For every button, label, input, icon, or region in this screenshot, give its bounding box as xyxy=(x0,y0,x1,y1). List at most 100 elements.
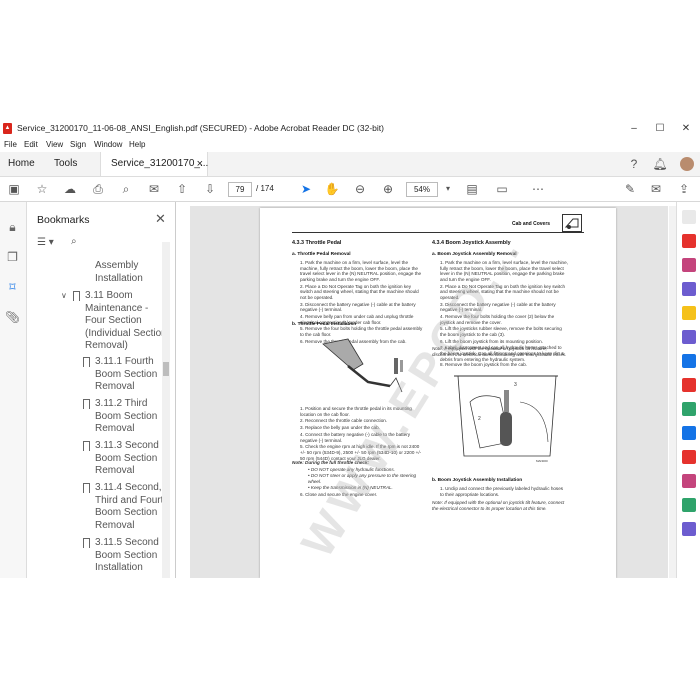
hand-tool-icon[interactable]: ✋ xyxy=(324,181,340,197)
export-pdf-icon[interactable] xyxy=(682,234,696,248)
edit-pdf-icon[interactable] xyxy=(682,282,696,296)
acrobat-window: ▲ Service_31200170_11-06-08_ANSI_English… xyxy=(0,120,700,578)
comment-icon[interactable]: ▭ xyxy=(494,181,510,197)
bookmark-label: 3.11.2 Third xyxy=(95,398,148,409)
menu-sign[interactable]: Sign xyxy=(70,140,86,149)
protect-icon[interactable] xyxy=(682,402,696,416)
share-email-icon[interactable]: ✉ xyxy=(648,181,664,197)
minimize-button[interactable]: – xyxy=(626,122,642,135)
bookmark-flag-icon xyxy=(83,483,90,496)
fill-sign-icon[interactable] xyxy=(682,474,696,488)
tab-document[interactable]: Service_31200170_... × xyxy=(100,152,208,176)
previous-page-icon[interactable]: ⇧ xyxy=(174,181,190,197)
bookmark-label: 3.11 Boom xyxy=(85,290,133,301)
compress-pdf-icon[interactable] xyxy=(682,450,696,464)
document-scrollbar[interactable] xyxy=(669,206,676,578)
zoom-in-icon[interactable]: ⊕ xyxy=(380,181,396,197)
help-icon[interactable]: ? xyxy=(626,156,642,172)
bookmarks-icon[interactable]: ⌑ xyxy=(5,280,20,295)
svg-text:3: 3 xyxy=(514,382,517,388)
zoom-dropdown-chevron-down-icon[interactable]: ▾ xyxy=(440,181,456,197)
upload-cloud-icon[interactable]: ☁ xyxy=(62,181,78,197)
more-tools-icon[interactable] xyxy=(682,522,696,536)
select-cursor-icon[interactable]: ➤ xyxy=(298,181,314,197)
tab-home[interactable]: Home xyxy=(8,152,35,176)
bookmark-label: Removal xyxy=(95,381,135,392)
more-tools-icon[interactable]: ⋯ xyxy=(530,181,546,197)
scan-ocr-icon[interactable] xyxy=(682,426,696,440)
save-icon[interactable]: ▣ xyxy=(6,181,22,197)
svg-text:2: 2 xyxy=(478,416,481,422)
close-window-button[interactable]: ✕ xyxy=(678,122,694,135)
navigation-rail: 🔒︎ ❐ ⌑ 📎︎ xyxy=(0,202,27,578)
bookmark-flag-icon xyxy=(73,291,80,304)
sub-throttle-removal: a. Throttle Pedal Removal xyxy=(292,252,351,257)
throttle-removal-steps: 1. Park the machine on a firm, level sur… xyxy=(300,260,424,345)
bookmark-label: Boom Section xyxy=(95,507,158,518)
create-pdf-icon[interactable] xyxy=(682,258,696,272)
zoom-level-input[interactable]: 54% xyxy=(406,182,438,197)
bookmark-flag-icon xyxy=(83,357,90,370)
tab-close-icon[interactable]: × xyxy=(197,152,203,176)
find-bookmark-icon[interactable]: ⌕ xyxy=(71,236,77,247)
bookmarks-panel-title: Bookmarks xyxy=(37,214,90,226)
bookmark-label: Boom Section xyxy=(95,549,158,561)
organize-pages-icon[interactable] xyxy=(682,354,696,368)
avatar[interactable] xyxy=(680,157,694,171)
procedure-step: 1. Park the machine on a firm, level sur… xyxy=(300,260,422,282)
joystick-tilt-install-note: Note: If equipped with the optional on j… xyxy=(432,500,565,511)
menu-help[interactable]: Help xyxy=(129,140,145,149)
fit-page-icon[interactable]: ▤ xyxy=(464,181,480,197)
menu-file[interactable]: File xyxy=(4,140,17,149)
bookmark-star-icon[interactable]: ☆ xyxy=(34,181,50,197)
next-page-icon[interactable]: ⇩ xyxy=(202,181,218,197)
tab-tools[interactable]: Tools xyxy=(54,152,77,176)
zoom-out-icon[interactable]: ⊖ xyxy=(352,181,368,197)
search-tools-icon[interactable] xyxy=(682,210,696,224)
bookmark-label: Removal) xyxy=(85,340,128,351)
search-icon[interactable]: ⌕ xyxy=(118,181,134,197)
bookmark-label: Boom Section xyxy=(95,410,158,422)
bookmark-flag-icon xyxy=(83,538,90,551)
cab-cover-section-icon xyxy=(562,214,582,232)
print-icon[interactable]: ⎙ xyxy=(90,181,106,197)
joystick-cab-illustration: 3 2 MAN000 xyxy=(450,372,562,468)
tools-rail xyxy=(676,202,700,578)
collapse-chevron-icon[interactable]: ∨ xyxy=(61,290,67,303)
bookmark-label: Assembly xyxy=(95,260,139,271)
sign-pen-icon[interactable]: ✎ xyxy=(622,181,638,197)
document-viewport[interactable]: Cab and Covers 4.3.3 Throttle Pedal a. T… xyxy=(190,206,668,578)
menu-edit[interactable]: Edit xyxy=(24,140,38,149)
scrollbar-thumb[interactable] xyxy=(163,362,169,376)
page-number-input[interactable]: 79 xyxy=(228,182,252,197)
close-icon[interactable]: ✕ xyxy=(155,211,166,227)
bookmark-label: Boom Section xyxy=(95,368,158,380)
share-link-icon[interactable]: ⇪ xyxy=(676,181,692,197)
bookmark-options-icon[interactable]: ☰ ▾ xyxy=(37,237,54,248)
window-title: Service_31200170_11-06-08_ANSI_English.p… xyxy=(17,123,384,133)
page-total: / 174 xyxy=(256,184,274,193)
bookmark-label: (Individual Section xyxy=(85,327,167,339)
bookmark-tree: Assembly Installation ∨ 3.11 Boom Maintenanc… xyxy=(27,260,175,578)
bookmark-label: 3.11.3 Second xyxy=(95,440,159,451)
comment-tool-icon[interactable] xyxy=(682,306,696,320)
bookmarks-scrollbar[interactable] xyxy=(162,242,170,578)
page-thumbnails-icon[interactable]: ❐ xyxy=(5,250,20,265)
menu-view[interactable]: View xyxy=(46,140,63,149)
bookmark-label: 3.11.5 Second xyxy=(95,537,159,548)
bookmark-label: 3.11.4 Second, xyxy=(95,482,162,493)
pdf-app-icon: ▲ xyxy=(3,123,12,134)
menu-window[interactable]: Window xyxy=(94,140,122,149)
maximize-button[interactable]: ☐ xyxy=(652,122,668,135)
email-icon[interactable]: ✉ xyxy=(146,181,162,197)
sub-joystick-installation: b. Boom Joystick Assembly Installation xyxy=(432,478,523,483)
attachments-paperclip-icon[interactable]: 📎︎ xyxy=(5,310,20,325)
redact-icon[interactable] xyxy=(682,378,696,392)
toolbar: ▣ ☆ ☁ ⎙ ⌕ ✉ ⇧ ⇩ 79 / 174 ➤ ✋ ⊖ ⊕ 54% ▾ ▤… xyxy=(0,177,700,202)
send-for-review-icon[interactable] xyxy=(682,498,696,512)
pdf-page: Cab and Covers 4.3.3 Throttle Pedal a. T… xyxy=(260,208,616,578)
notifications-bell-icon[interactable]: 🔔︎ xyxy=(652,156,668,172)
reconnect-hoses-step: 1. Unclip and connect the previously lab… xyxy=(440,486,564,497)
combine-files-icon[interactable] xyxy=(682,330,696,344)
bookmark-label: Removal xyxy=(95,519,135,531)
